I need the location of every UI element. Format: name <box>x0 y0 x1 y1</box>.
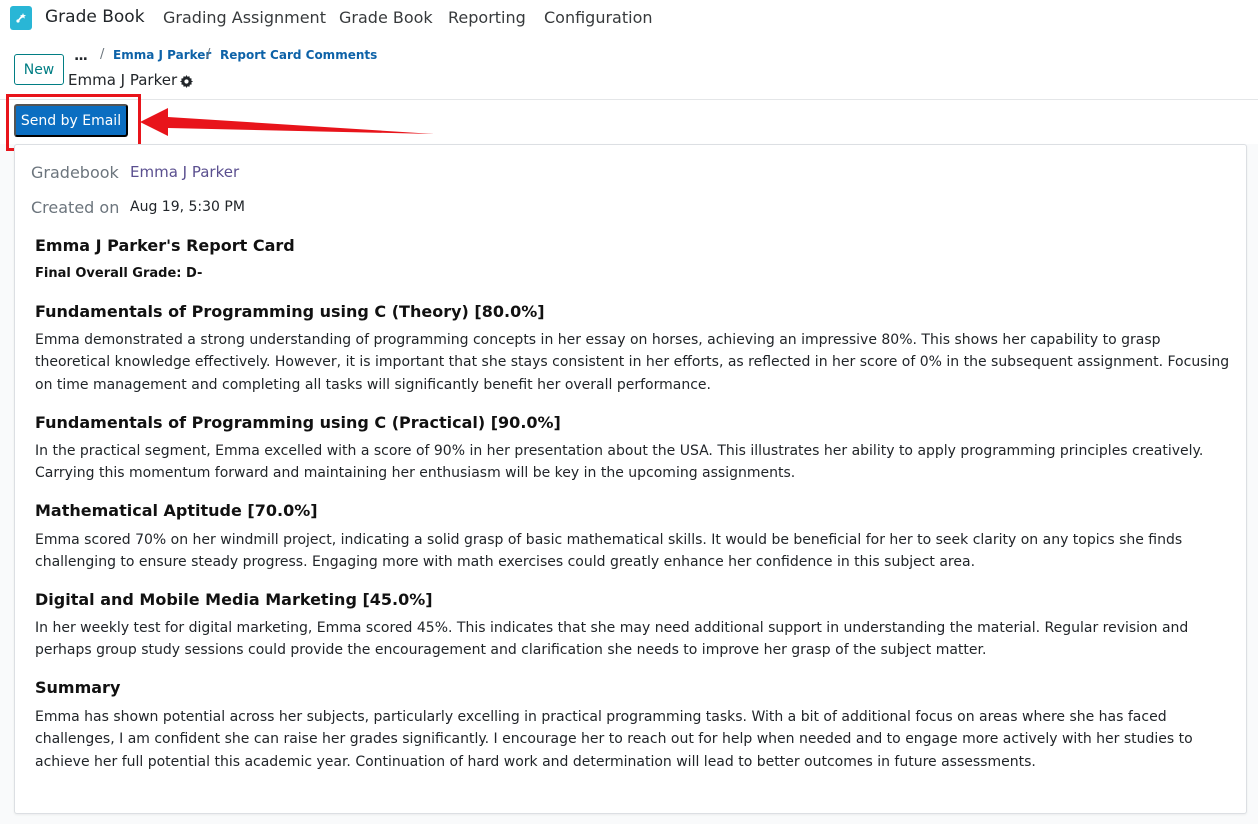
control-panel: New ... / Emma J Parker / Report Card Co… <box>0 36 1258 100</box>
form-sheet: Gradebook Emma J Parker Created on Aug 1… <box>14 144 1247 814</box>
section-title: Mathematical Aptitude [70.0%] <box>35 501 318 520</box>
gradebook-field-label: Gradebook <box>31 163 119 182</box>
gradebook-app-icon[interactable] <box>10 6 32 30</box>
final-grade: Final Overall Grade: D- <box>35 266 203 281</box>
gradebook-field-value[interactable]: Emma J Parker <box>130 163 239 181</box>
menu-reporting[interactable]: Reporting <box>448 8 526 27</box>
section-title: Fundamentals of Programming using C (Pra… <box>35 413 561 432</box>
section-body: Emma scored 70% on her windmill project,… <box>35 532 1183 571</box>
record-title: Emma J Parker <box>68 71 178 89</box>
menu-configuration[interactable]: Configuration <box>544 8 653 27</box>
gear-icon[interactable] <box>180 73 193 92</box>
summary-body: Emma has shown potential across her subj… <box>35 709 1193 770</box>
created-on-value: Aug 19, 5:30 PM <box>130 199 245 215</box>
section-title: Fundamentals of Programming using C (The… <box>35 302 545 321</box>
breadcrumb-separator: / <box>206 47 211 62</box>
breadcrumb-student[interactable]: Emma J Parker <box>113 48 211 62</box>
menu-grading-assignment[interactable]: Grading Assignment <box>163 8 326 27</box>
new-button[interactable]: New <box>14 54 64 85</box>
annotation-highlight-box <box>6 94 141 151</box>
created-on-label: Created on <box>31 198 120 217</box>
breadcrumb-more[interactable]: ... <box>74 48 88 64</box>
section-body: Emma demonstrated a strong understanding… <box>35 332 1230 393</box>
breadcrumb-separator: / <box>100 47 105 62</box>
report-card-title: Emma J Parker's Report Card <box>35 236 295 255</box>
menu-grade-book[interactable]: Grade Book <box>339 8 433 27</box>
section-body: In the practical segment, Emma excelled … <box>35 443 1204 482</box>
top-navbar: Grade Book Grading Assignment Grade Book… <box>0 0 1258 36</box>
breadcrumb-report-card-comments[interactable]: Report Card Comments <box>220 48 377 62</box>
annotation-arrow-icon <box>140 108 434 136</box>
section-body: In her weekly test for digital marketing… <box>35 620 1189 659</box>
section-title: Digital and Mobile Media Marketing [45.0… <box>35 590 433 609</box>
app-title[interactable]: Grade Book <box>45 7 145 27</box>
summary-title: Summary <box>35 678 121 697</box>
